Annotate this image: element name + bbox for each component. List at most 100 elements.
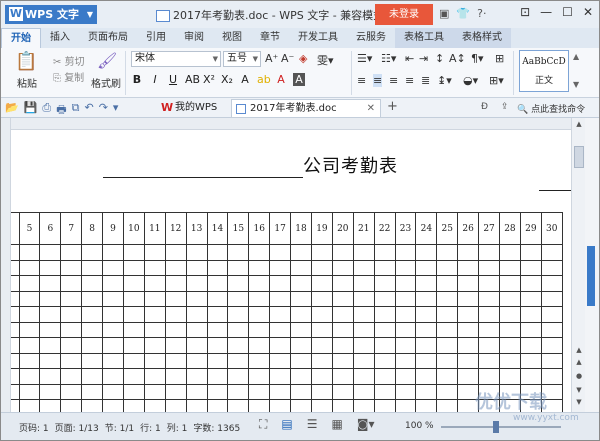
table-cell[interactable] bbox=[436, 306, 459, 323]
align-center-icon[interactable]: ≡ bbox=[373, 74, 383, 87]
day-header-cell[interactable]: 29 bbox=[519, 212, 542, 245]
table-cell[interactable] bbox=[373, 306, 396, 323]
maximize-icon[interactable]: ☐ bbox=[562, 5, 573, 19]
tab-document[interactable]: 2017年考勤表.doc ✕ bbox=[231, 99, 381, 117]
prev-page-icon[interactable]: ▲ bbox=[574, 346, 584, 354]
table-cell[interactable] bbox=[143, 321, 166, 338]
table-cell[interactable] bbox=[164, 383, 187, 400]
table-cell[interactable] bbox=[498, 352, 521, 369]
table-cell[interactable] bbox=[81, 368, 104, 385]
strikethrough-icon[interactable]: AB bbox=[185, 73, 200, 86]
day-header-cell[interactable]: 9 bbox=[102, 212, 124, 245]
tab-home[interactable]: 开始 bbox=[1, 28, 41, 48]
table-cell[interactable] bbox=[164, 368, 187, 385]
table-cell[interactable] bbox=[269, 337, 292, 354]
table-cell[interactable] bbox=[415, 383, 438, 400]
restore-toolbar-icon[interactable]: ⊡ bbox=[520, 5, 530, 19]
table-cell[interactable] bbox=[60, 306, 83, 323]
table-border-icon[interactable]: ⊞ bbox=[495, 52, 504, 65]
table-cell[interactable] bbox=[436, 337, 459, 354]
table-cell[interactable] bbox=[540, 259, 563, 276]
underline-icon[interactable]: U bbox=[167, 73, 179, 86]
table-cell[interactable] bbox=[352, 337, 375, 354]
table-cell[interactable] bbox=[122, 306, 145, 323]
table-cell[interactable] bbox=[310, 290, 333, 307]
browse-object-icon[interactable]: ● bbox=[574, 372, 584, 380]
grow-font-icon[interactable]: A⁺ bbox=[265, 52, 278, 65]
table-cell[interactable] bbox=[436, 368, 459, 385]
table-cell[interactable] bbox=[457, 306, 480, 323]
table-cell[interactable] bbox=[436, 259, 459, 276]
table-cell[interactable] bbox=[102, 290, 124, 307]
table-cell[interactable] bbox=[310, 337, 333, 354]
table-cell[interactable] bbox=[185, 383, 208, 400]
day-header-cell[interactable]: 13 bbox=[185, 212, 208, 245]
skin-icon[interactable]: ▣ bbox=[439, 7, 449, 20]
table-cell[interactable] bbox=[60, 259, 83, 276]
table-cell[interactable] bbox=[81, 259, 104, 276]
day-header-cell[interactable]: 15 bbox=[227, 212, 250, 245]
day-header-cell[interactable]: 24 bbox=[415, 212, 438, 245]
table-cell[interactable] bbox=[122, 352, 145, 369]
table-cell[interactable] bbox=[164, 399, 187, 412]
table-cell[interactable] bbox=[185, 306, 208, 323]
table-cell[interactable] bbox=[394, 352, 417, 369]
minimize-icon[interactable]: — bbox=[540, 5, 552, 19]
table-cell[interactable] bbox=[415, 399, 438, 412]
day-header-cell[interactable]: 22 bbox=[373, 212, 396, 245]
table-cell[interactable] bbox=[81, 399, 104, 412]
show-marks-icon[interactable]: ¶▾ bbox=[471, 52, 484, 65]
align-left-icon[interactable]: ≡ bbox=[357, 74, 366, 87]
table-cell[interactable] bbox=[102, 244, 124, 261]
table-cell[interactable] bbox=[102, 306, 124, 323]
table-cell[interactable] bbox=[269, 368, 292, 385]
highlight-icon[interactable]: ab bbox=[257, 73, 271, 86]
shirt-icon[interactable]: 👕 bbox=[456, 7, 470, 20]
table-cell[interactable] bbox=[60, 399, 83, 412]
paste-button[interactable]: 粘贴 bbox=[17, 75, 37, 90]
app-menu-button[interactable]: W WPS 文字 ▼ bbox=[5, 5, 97, 24]
table-cell[interactable] bbox=[310, 259, 333, 276]
day-header-cell[interactable]: 30 bbox=[540, 212, 563, 245]
table-cell[interactable] bbox=[498, 306, 521, 323]
day-header-cell[interactable]: 12 bbox=[164, 212, 187, 245]
table-cell[interactable] bbox=[39, 275, 62, 292]
table-cell[interactable] bbox=[331, 399, 354, 412]
prev-page-icon[interactable]: ▲ bbox=[574, 358, 584, 366]
table-cell[interactable] bbox=[331, 275, 354, 292]
table-cell[interactable] bbox=[206, 321, 229, 338]
table-cell[interactable] bbox=[457, 368, 480, 385]
table-cell[interactable] bbox=[331, 321, 354, 338]
table-cell[interactable] bbox=[39, 290, 62, 307]
clear-format-icon[interactable]: ◈ bbox=[299, 52, 307, 65]
protect-view-icon[interactable]: ◙▾ bbox=[357, 417, 375, 432]
tab-sections[interactable]: 章节 bbox=[251, 28, 289, 48]
format-painter-button[interactable]: 格式刷 bbox=[91, 75, 121, 90]
table-cell[interactable] bbox=[519, 368, 542, 385]
outdent-icon[interactable]: ⇤ bbox=[405, 52, 414, 65]
day-header-cell[interactable]: 19 bbox=[310, 212, 333, 245]
table-cell[interactable] bbox=[102, 321, 124, 338]
table-cell[interactable] bbox=[185, 321, 208, 338]
table-cell[interactable] bbox=[81, 383, 104, 400]
table-cell[interactable] bbox=[310, 306, 333, 323]
table-cell[interactable] bbox=[352, 321, 375, 338]
table-cell[interactable] bbox=[290, 306, 312, 323]
table-cell[interactable] bbox=[457, 337, 480, 354]
shading-icon[interactable]: ◒▾ bbox=[463, 74, 478, 87]
table-cell[interactable] bbox=[394, 259, 417, 276]
page-view-icon[interactable]: ▤ bbox=[281, 417, 292, 432]
tab-cloud[interactable]: 云服务 bbox=[347, 28, 395, 48]
table-cell[interactable] bbox=[394, 337, 417, 354]
table-cell[interactable] bbox=[164, 352, 187, 369]
outline-view-icon[interactable]: ☰ bbox=[307, 417, 318, 432]
table-cell[interactable] bbox=[11, 212, 20, 245]
table-cell[interactable] bbox=[310, 399, 333, 412]
table-cell[interactable] bbox=[143, 306, 166, 323]
table-cell[interactable] bbox=[457, 275, 480, 292]
table-cell[interactable] bbox=[331, 290, 354, 307]
table-cell[interactable] bbox=[394, 244, 417, 261]
table-cell[interactable] bbox=[478, 244, 500, 261]
table-cell[interactable] bbox=[248, 275, 271, 292]
style-normal[interactable]: AaBbCcD 正文 bbox=[519, 50, 569, 92]
